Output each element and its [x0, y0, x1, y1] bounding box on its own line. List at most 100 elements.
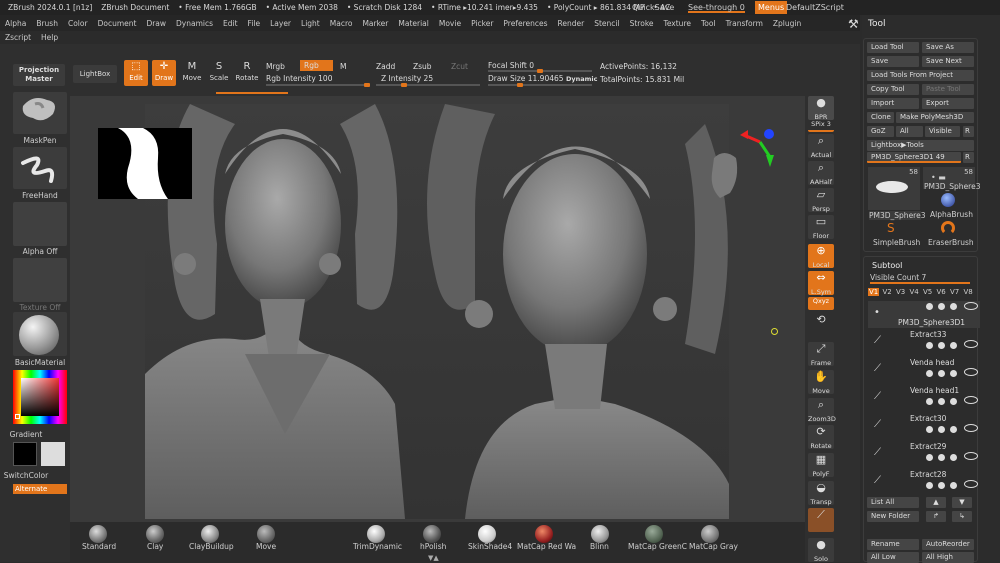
lightbox-button[interactable]: LightBox: [73, 65, 117, 83]
eye-icon[interactable]: [964, 340, 978, 348]
bpr-button[interactable]: ● BPR: [808, 96, 834, 121]
subtool-item[interactable]: Extract30 ⟋: [868, 413, 980, 440]
material-clay-sphere[interactable]: [146, 525, 164, 543]
move-into-folder-icon[interactable]: ↱: [926, 511, 946, 522]
version-v7[interactable]: V7: [949, 288, 960, 296]
focal-shift-slider[interactable]: [488, 69, 592, 73]
visible-count-slider[interactable]: Visible Count 7: [870, 273, 970, 284]
frame-button[interactable]: ⤢ Frame: [808, 342, 834, 367]
menu-item-document[interactable]: Document: [93, 19, 142, 28]
menu-item-stencil[interactable]: Stencil: [589, 19, 624, 28]
zadd-button[interactable]: Zadd: [376, 62, 395, 71]
subtool-toggle-icon[interactable]: [938, 426, 945, 433]
simplebrush-icon[interactable]: S: [887, 221, 895, 235]
move-mode-button[interactable]: M Move: [180, 60, 204, 86]
lightbox-tools-button[interactable]: Lightbox▶Tools: [867, 140, 974, 151]
zsub-button[interactable]: Zsub: [413, 62, 432, 71]
z-intensity-handle[interactable]: [400, 83, 407, 87]
menu-item-stroke[interactable]: Stroke: [625, 19, 659, 28]
subtool-toggle-icon[interactable]: [950, 426, 957, 433]
xyz-button[interactable]: Qxyz: [808, 297, 834, 310]
menu-item-material[interactable]: Material: [393, 19, 433, 28]
material-move-sphere[interactable]: [257, 525, 275, 543]
draw-size-slider[interactable]: [488, 83, 592, 87]
version-v5[interactable]: V5: [922, 288, 933, 296]
alternate-button[interactable]: Alternate: [13, 484, 67, 494]
eraserbrush-icon[interactable]: [941, 221, 955, 235]
version-v1[interactable]: V1: [868, 288, 880, 296]
eye-icon[interactable]: [964, 480, 978, 488]
menu-item-tool[interactable]: Tool: [696, 19, 721, 28]
menu-item-picker[interactable]: Picker: [466, 19, 498, 28]
material-slot[interactable]: [13, 312, 67, 356]
goz-button[interactable]: GoZ: [867, 126, 894, 137]
local-button[interactable]: ⊕ Local: [808, 244, 834, 269]
subtool-toggle-icon[interactable]: [950, 370, 957, 377]
all-low-button[interactable]: All Low: [867, 552, 919, 563]
menu-item-dynamics[interactable]: Dynamics: [171, 19, 218, 28]
move-up-icon[interactable]: ▲: [926, 497, 946, 508]
material-standard-sphere[interactable]: [89, 525, 107, 543]
secondary-color-swatch[interactable]: [41, 442, 65, 466]
version-v2[interactable]: V2: [882, 288, 893, 296]
menu-item-light[interactable]: Light: [296, 19, 325, 28]
menu-item-draw[interactable]: Draw: [141, 19, 171, 28]
subtool-item[interactable]: Extract33 ⟋: [868, 329, 980, 356]
zcut-button[interactable]: Zcut: [451, 62, 468, 71]
z-intensity-slider[interactable]: [376, 83, 480, 87]
make-polymesh-button[interactable]: Make PolyMesh3D: [896, 112, 974, 123]
subtool-toggle-icon[interactable]: [950, 454, 957, 461]
shelf-arrows-icon[interactable]: ▼▲: [428, 554, 446, 562]
eye-icon[interactable]: [964, 452, 978, 460]
auto-reorder-button[interactable]: AutoReorder: [922, 539, 974, 550]
menu-item-layer[interactable]: Layer: [265, 19, 296, 28]
subtool-toggle-icon[interactable]: [926, 454, 933, 461]
menu-item-help[interactable]: Help: [36, 33, 63, 42]
menus-button[interactable]: Menus: [755, 1, 788, 14]
material-matcap-greenc-sphere[interactable]: [645, 525, 663, 543]
lsym-button[interactable]: ⇔ L.Sym: [808, 271, 834, 296]
navigation-gyro[interactable]: [740, 127, 780, 167]
move-down-icon[interactable]: ▼: [952, 497, 972, 508]
goz-r-button[interactable]: R: [963, 126, 974, 137]
alphabrush-icon[interactable]: [941, 193, 955, 207]
menu-item-edit[interactable]: Edit: [218, 19, 243, 28]
color-picker[interactable]: [13, 370, 67, 424]
subtool-toggle-icon[interactable]: [938, 303, 945, 310]
menu-item-marker[interactable]: Marker: [357, 19, 393, 28]
subtool-toggle-icon[interactable]: [926, 303, 933, 310]
subtool-toggle-icon[interactable]: [950, 398, 957, 405]
menu-item-color[interactable]: Color: [63, 19, 93, 28]
focal-shift-handle[interactable]: [537, 69, 543, 73]
new-folder-button[interactable]: New Folder: [867, 511, 919, 522]
version-v8[interactable]: V8: [963, 288, 974, 296]
import-button[interactable]: Import: [867, 98, 919, 109]
rotate-view-button[interactable]: ⟳ Rotate: [808, 425, 834, 450]
see-through-slider[interactable]: See-through 0: [688, 0, 745, 13]
texture-slot[interactable]: [13, 258, 67, 302]
material-blinn-sphere[interactable]: [591, 525, 609, 543]
menu-item-preferences[interactable]: Preferences: [498, 19, 552, 28]
load-tool-button[interactable]: Load Tool: [867, 42, 919, 53]
all-button[interactable]: All: [896, 126, 923, 137]
subtool-toggle-icon[interactable]: [950, 342, 957, 349]
persp-button[interactable]: ▱ Persp: [808, 188, 834, 213]
mrgb-button[interactable]: Mrgb: [266, 62, 285, 71]
current-tool-r-button[interactable]: R: [963, 152, 974, 163]
subtool-item[interactable]: Extract29 ⟋: [868, 441, 980, 468]
current-tool-slider[interactable]: PM3D_Sphere3D1 49: [867, 152, 961, 163]
version-v3[interactable]: V3: [895, 288, 906, 296]
floor-button[interactable]: ▭ Floor: [808, 215, 834, 240]
rename-button[interactable]: Rename: [867, 539, 919, 550]
save-as-button[interactable]: Save As: [922, 42, 974, 53]
rgb-button[interactable]: Rgb: [300, 60, 333, 71]
visible-button[interactable]: Visible: [925, 126, 960, 137]
material-trimdynamic-sphere[interactable]: [367, 525, 385, 543]
load-tools-from-project-button[interactable]: Load Tools From Project: [867, 70, 974, 81]
version-v6[interactable]: V6: [936, 288, 947, 296]
aahalf-button[interactable]: ⌕ AAHalf: [808, 161, 834, 186]
maskpen-brush-slot[interactable]: [13, 92, 67, 134]
menu-item-alpha[interactable]: Alpha: [0, 19, 31, 28]
rgb-intensity-slider[interactable]: [266, 83, 370, 87]
draw-mode-button[interactable]: ✛ Draw: [152, 60, 176, 86]
